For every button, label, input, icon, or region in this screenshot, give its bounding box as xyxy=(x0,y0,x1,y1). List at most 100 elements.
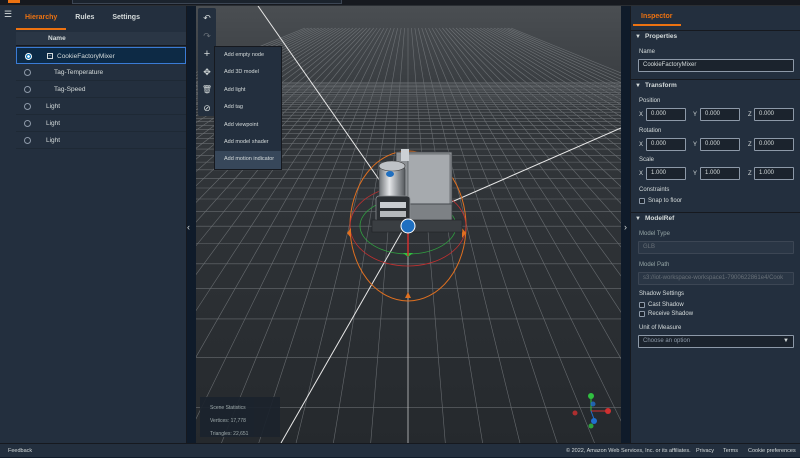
axis-x-label: X xyxy=(639,142,644,148)
modelref-section-header[interactable]: ▼ ModelRef xyxy=(631,212,800,224)
section-title: ModelRef xyxy=(645,215,675,222)
position-x-input[interactable]: 0.000 xyxy=(646,108,686,121)
section-title: Transform xyxy=(645,82,677,89)
scene-statistics-title: Scene Statistics xyxy=(210,405,246,411)
hierarchy-item-cookiefactorymixer[interactable]: − CookieFactoryMixer xyxy=(16,47,186,64)
axis-y-label: Y xyxy=(693,142,698,148)
menu-item-add-viewpoint[interactable]: Add viewpoint xyxy=(215,117,281,134)
position-y-input[interactable]: 0.000 xyxy=(700,108,740,121)
axis-y-label: Y xyxy=(693,112,698,118)
rotation-x-input[interactable]: 0.000 xyxy=(646,138,686,151)
hierarchy-list: − CookieFactoryMixer Tag-Temperature Tag… xyxy=(16,47,186,149)
receive-shadow-checkbox[interactable] xyxy=(639,311,645,317)
axis-z-label: Z xyxy=(748,112,752,118)
hierarchy-item-tag-speed[interactable]: Tag-Speed xyxy=(16,81,186,98)
collapse-left-panel-icon[interactable]: ‹ xyxy=(187,222,190,232)
hierarchy-item-label: Tag-Speed xyxy=(54,86,86,93)
caret-down-icon: ▼ xyxy=(635,34,641,40)
undo-icon[interactable]: ↶ xyxy=(198,10,216,26)
scale-x-input[interactable]: 1.000 xyxy=(646,167,686,180)
menu-item-add-motion-indicator[interactable]: Add motion indicator xyxy=(215,151,281,169)
name-column-header[interactable]: Name xyxy=(16,32,186,46)
radio-icon[interactable] xyxy=(24,120,31,127)
constraints-label: Constraints xyxy=(639,187,670,193)
radio-icon[interactable] xyxy=(24,69,31,76)
hierarchy-item-light[interactable]: Light xyxy=(16,98,186,115)
hierarchy-item-light[interactable]: Light xyxy=(16,115,186,132)
hierarchy-item-light[interactable]: Light xyxy=(16,132,186,149)
footer: Feedback © 2022, Amazon Web Services, In… xyxy=(0,443,800,457)
radio-icon[interactable] xyxy=(24,86,31,93)
axis-z-label: Z xyxy=(748,142,752,148)
model-path-input: s3://iot-workspace-workspace1-7900622861… xyxy=(638,272,794,285)
radio-icon[interactable] xyxy=(24,137,31,144)
scene-statistics-panel: Scene Statistics Vertices: 17,778 Triang… xyxy=(200,397,280,437)
scene-viewport[interactable]: ↶ ↷ + ✥ 🗑 ⊘ Add empty node Add 3D model … xyxy=(196,6,621,443)
cast-shadow-label: Cast Shadow xyxy=(648,302,684,308)
scale-label: Scale xyxy=(639,157,655,163)
menu-item-add-empty-node[interactable]: Add empty node xyxy=(215,47,281,64)
cookie-preferences-link[interactable]: Cookie preferences xyxy=(748,444,796,458)
triangles-count: Triangles: 22,651 xyxy=(210,431,249,437)
snap-to-floor-checkbox[interactable] xyxy=(639,198,645,204)
model-path-label: Model Path xyxy=(639,262,670,268)
menu-icon[interactable]: ☰ xyxy=(4,10,12,19)
caret-down-icon: ▼ xyxy=(635,216,641,222)
caret-down-icon: ▼ xyxy=(783,338,789,344)
cast-shadow-checkbox[interactable] xyxy=(639,302,645,308)
transform-section-header[interactable]: ▼ Transform xyxy=(631,79,800,91)
aws-logo-strip xyxy=(8,0,20,3)
receive-shadow-label: Receive Shadow xyxy=(648,311,694,317)
shadow-settings-label: Shadow Settings xyxy=(639,291,685,297)
left-tabs: Hierarchy Rules Settings xyxy=(16,12,149,30)
menu-item-add-light[interactable]: Add light xyxy=(215,82,281,99)
redo-icon[interactable]: ↷ xyxy=(198,28,216,44)
collapse-right-panel-icon[interactable]: › xyxy=(624,222,627,232)
properties-section-header[interactable]: ▼ Properties xyxy=(631,30,800,42)
hierarchy-item-label: CookieFactoryMixer xyxy=(57,53,115,60)
scale-z-input[interactable]: 1.000 xyxy=(754,167,794,180)
collapse-node-icon[interactable]: − xyxy=(47,53,53,59)
axis-z-label: Z xyxy=(748,171,752,177)
hierarchy-item-tag-temperature[interactable]: Tag-Temperature xyxy=(16,64,186,81)
feedback-link[interactable]: Feedback xyxy=(8,444,32,458)
menu-item-add-3d-model[interactable]: Add 3D model xyxy=(215,64,281,81)
scale-y-input[interactable]: 1.000 xyxy=(700,167,740,180)
radio-selected-icon[interactable] xyxy=(25,53,32,60)
unit-of-measure-label: Unit of Measure xyxy=(639,325,682,331)
model-type-input: GLB xyxy=(638,241,794,254)
select-placeholder: Choose an option xyxy=(643,338,691,344)
axis-x-label: X xyxy=(639,171,644,177)
tab-inspector[interactable]: Inspector xyxy=(633,10,681,26)
rotation-z-input[interactable]: 0.000 xyxy=(754,138,794,151)
hierarchy-item-label: Light xyxy=(46,120,61,127)
hierarchy-panel: ☰ Hierarchy Rules Settings Name − Cookie… xyxy=(0,6,187,443)
hierarchy-item-label: Light xyxy=(46,137,61,144)
rotation-label: Rotation xyxy=(639,128,662,134)
cookie-factory-mixer-model[interactable] xyxy=(371,149,463,234)
terms-link[interactable]: Terms xyxy=(723,444,738,458)
unit-of-measure-select[interactable]: Choose an option ▼ xyxy=(638,335,794,348)
tab-hierarchy[interactable]: Hierarchy xyxy=(16,12,67,30)
tab-rules[interactable]: Rules xyxy=(66,12,103,30)
position-z-input[interactable]: 0.000 xyxy=(754,108,794,121)
name-label: Name xyxy=(639,49,656,55)
snap-to-floor-label: Snap to floor xyxy=(648,198,683,204)
tab-settings[interactable]: Settings xyxy=(103,12,149,30)
radio-icon[interactable] xyxy=(24,103,31,110)
name-input[interactable]: CookieFactoryMixer xyxy=(638,59,794,72)
model-type-label: Model Type xyxy=(639,231,670,237)
privacy-link[interactable]: Privacy xyxy=(696,444,714,458)
add-object-menu: Add empty node Add 3D model Add light Ad… xyxy=(214,46,282,170)
menu-item-add-model-shader[interactable]: Add model shader xyxy=(215,134,281,151)
caret-down-icon: ▼ xyxy=(635,83,641,89)
vertices-count: Vertices: 17,778 xyxy=(210,418,246,424)
copyright-text: © 2022, Amazon Web Services, Inc. or its… xyxy=(566,448,691,454)
menu-item-add-tag[interactable]: Add tag xyxy=(215,99,281,116)
axis-x-label: X xyxy=(639,112,644,118)
hierarchy-item-label: Light xyxy=(46,103,61,110)
rotation-y-input[interactable]: 0.000 xyxy=(700,138,740,151)
hierarchy-item-label: Tag-Temperature xyxy=(54,69,104,76)
top-search-field[interactable] xyxy=(72,0,342,4)
inspector-panel: Inspector ▼ Properties Name CookieFactor… xyxy=(630,6,800,443)
